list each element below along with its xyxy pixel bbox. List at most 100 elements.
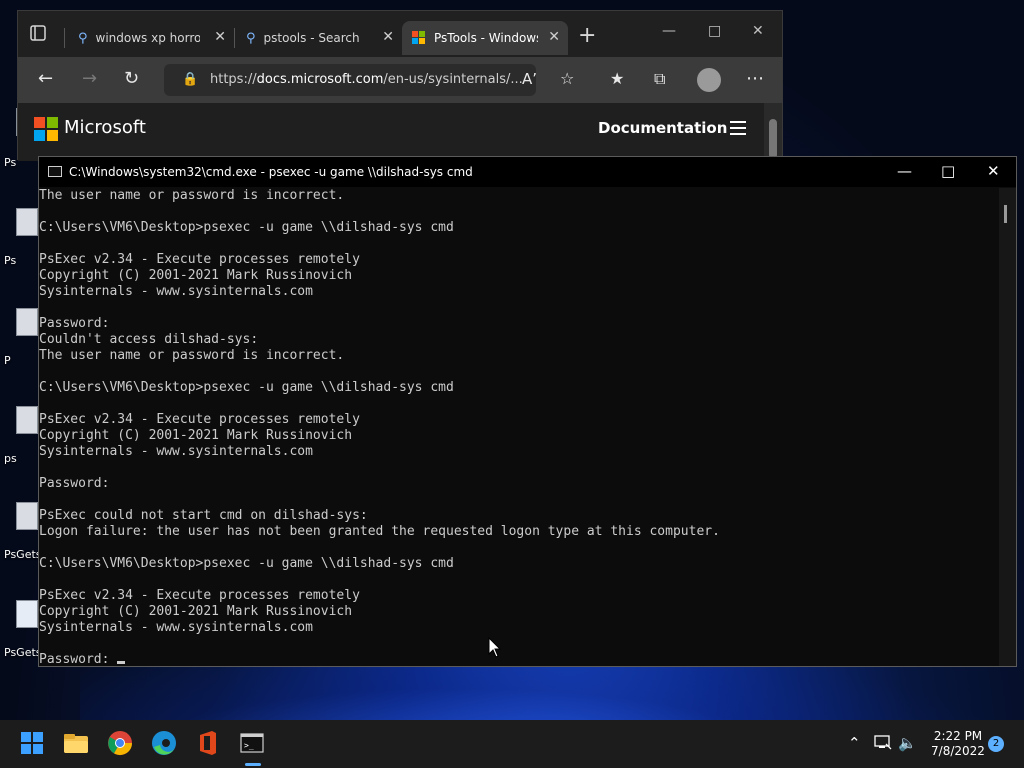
network-icon[interactable] <box>874 734 892 754</box>
cmd-window: C:\Windows\system32\cmd.exe - psexec -u … <box>38 156 1017 667</box>
maximize-icon[interactable]: □ <box>941 161 955 181</box>
console-line: Password: <box>39 316 110 331</box>
tab-pstools-search[interactable]: ⚲ pstools - Search ✕ <box>236 21 402 55</box>
volume-icon[interactable]: 🔈 <box>898 734 917 752</box>
notification-badge[interactable]: 2 <box>988 736 1004 752</box>
desktop-icon-label: PsGets <box>4 646 42 659</box>
desktop-icon[interactable]: PsGets <box>0 600 42 659</box>
tab-actions-icon[interactable] <box>28 23 54 47</box>
console-line: Sysinternals - www.sysinternals.com <box>39 444 313 459</box>
clock-time: 2:22 PM <box>933 729 983 743</box>
collections-icon[interactable]: ⧉ <box>654 69 665 89</box>
cmd-title: C:\Windows\system32\cmd.exe - psexec -u … <box>69 165 473 179</box>
maximize-icon[interactable]: □ <box>708 23 721 39</box>
tab-separator <box>64 28 65 48</box>
desktop-icon[interactable]: Ps <box>0 208 40 267</box>
browser-toolbar: ← → ↻ 🔒 https://docs.microsoft.com/en-us… <box>18 57 782 103</box>
cmd-icon[interactable]: >_ <box>238 729 268 766</box>
favorites-icon[interactable]: ★ <box>610 69 624 89</box>
page-scrollbar[interactable] <box>764 103 782 161</box>
close-icon[interactable]: ✕ <box>214 29 226 45</box>
tab-title: PsTools - Windows <box>434 31 538 45</box>
url-prefix: https:// <box>210 72 257 87</box>
search-icon: ⚲ <box>246 30 256 46</box>
desktop-icon-label: ps <box>4 452 17 465</box>
file-icon <box>16 502 38 530</box>
close-window-icon[interactable]: ✕ <box>752 23 764 39</box>
chrome-icon[interactable] <box>106 729 136 759</box>
file-explorer-icon[interactable] <box>62 729 92 759</box>
minimize-icon[interactable]: — <box>897 161 912 181</box>
new-tab-icon[interactable]: + <box>578 25 596 47</box>
tab-bar: ⚲ windows xp horror ✕ ⚲ pstools - Search… <box>18 11 782 57</box>
url-host: docs.microsoft.com <box>256 72 384 87</box>
console-scrollbar[interactable] <box>999 188 1016 666</box>
console-line: C:\Users\VM6\Desktop>psexec -u game \\di… <box>39 220 454 235</box>
web-page: Microsoft Documentation <box>18 103 766 161</box>
mouse-pointer-icon <box>488 636 502 663</box>
clock-date: 7/8/2022 <box>931 744 985 758</box>
windows-start-icon[interactable] <box>18 729 48 759</box>
more-options-icon[interactable]: ⋯ <box>746 69 764 89</box>
add-favorite-icon[interactable]: ☆ <box>560 69 574 89</box>
desktop-icon[interactable]: PsGets <box>0 502 42 561</box>
console-line: Sysinternals - www.sysinternals.com <box>39 620 313 635</box>
file-icon <box>16 600 38 628</box>
console-line: C:\Users\VM6\Desktop>psexec -u game \\di… <box>39 556 454 571</box>
console-line: Copyright (C) 2001-2021 Mark Russinovich <box>39 428 353 443</box>
chevron-up-icon[interactable]: ⌃ <box>848 734 861 752</box>
console-line: C:\Users\VM6\Desktop>psexec -u game \\di… <box>39 380 454 395</box>
console-line: Copyright (C) 2001-2021 Mark Russinovich <box>39 604 353 619</box>
back-icon[interactable]: ← <box>38 69 53 89</box>
console-line: PsExec v2.34 - Execute processes remotel… <box>39 252 360 267</box>
desktop-icon-label: Ps <box>4 254 17 267</box>
console-line: Couldn't access dilshad-sys: <box>39 332 259 347</box>
text-cursor <box>117 661 126 664</box>
tab-title: pstools - Search <box>263 31 360 45</box>
minimize-icon[interactable]: — <box>662 23 676 39</box>
cmd-title-bar[interactable]: C:\Windows\system32\cmd.exe - psexec -u … <box>39 157 1016 187</box>
console-line: Password: <box>39 652 999 666</box>
svg-text:>_: >_ <box>244 741 254 750</box>
console-line: PsExec could not start cmd on dilshad-sy… <box>39 508 368 523</box>
brand-name[interactable]: Microsoft <box>64 117 146 138</box>
search-icon: ⚲ <box>78 30 88 46</box>
console-line: Password: <box>39 476 110 491</box>
address-bar[interactable]: 🔒 https://docs.microsoft.com/en-us/sysin… <box>164 64 536 96</box>
menu-icon[interactable] <box>730 121 746 139</box>
microsoft-logo-icon <box>34 117 58 141</box>
console-output[interactable]: The user name or password is incorrect. C… <box>39 188 999 666</box>
documentation-link[interactable]: Documentation <box>598 119 727 137</box>
tab-windows-xp-horror[interactable]: ⚲ windows xp horror ✕ <box>68 21 234 55</box>
url-path: /en-us/sysinternals/... <box>383 72 523 87</box>
console-line: Copyright (C) 2001-2021 Mark Russinovich <box>39 268 353 283</box>
clock[interactable]: 2:22 PM 7/8/2022 <box>918 729 998 759</box>
profile-avatar[interactable] <box>697 68 721 92</box>
close-icon[interactable]: ✕ <box>548 29 560 45</box>
browser-window: ⚲ windows xp horror ✕ ⚲ pstools - Search… <box>17 10 783 161</box>
read-aloud-icon[interactable]: A’ <box>522 69 537 89</box>
office-icon[interactable] <box>194 729 224 759</box>
desktop-icon[interactable]: ps <box>0 406 40 465</box>
tab-pstools-windows[interactable]: PsTools - Windows ✕ <box>402 21 568 55</box>
file-icon <box>16 406 38 434</box>
console-line: The user name or password is incorrect. <box>39 348 345 363</box>
console-line: Logon failure: the user has not been gra… <box>39 524 720 539</box>
desktop-icon[interactable]: P <box>0 308 40 367</box>
forward-icon[interactable]: → <box>82 69 97 89</box>
close-icon[interactable]: ✕ <box>382 29 394 45</box>
edge-icon[interactable] <box>150 729 180 759</box>
console-line: The user name or password is incorrect. <box>39 188 345 203</box>
refresh-icon[interactable]: ↻ <box>124 69 139 89</box>
close-window-icon[interactable]: ✕ <box>987 161 1000 181</box>
tab-separator <box>234 28 235 48</box>
